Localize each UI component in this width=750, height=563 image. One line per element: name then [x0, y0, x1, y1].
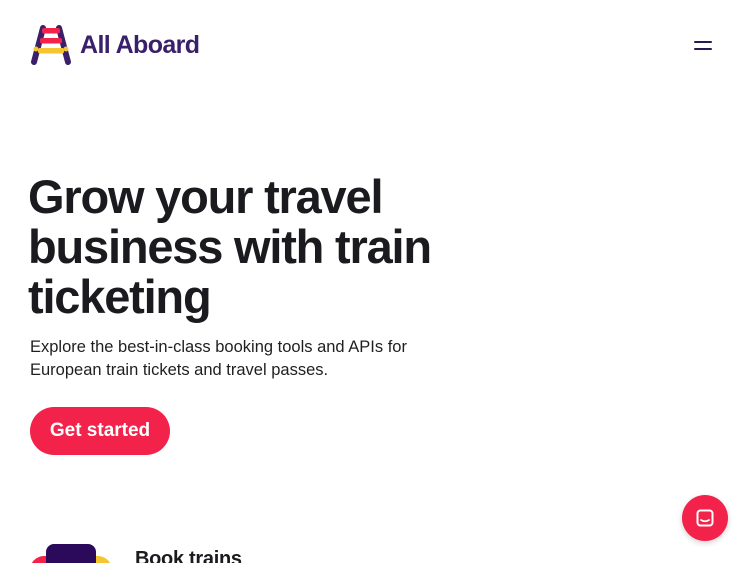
ticket-illustration-icon: [30, 544, 112, 563]
hamburger-menu-icon-line: [694, 48, 712, 50]
page: All Aboard Grow your travel business wit…: [0, 0, 750, 563]
brand-name: All Aboard: [80, 30, 200, 59]
hero-subtitle: Explore the best-in-class booking tools …: [30, 338, 407, 379]
brand-logo-link[interactable]: All Aboard: [30, 25, 200, 65]
feature-title: Book trains: [135, 548, 242, 563]
get-started-button[interactable]: Get started: [30, 407, 170, 455]
chat-widget-button[interactable]: [682, 495, 728, 541]
hamburger-menu-button[interactable]: [686, 34, 720, 58]
all-aboard-logo-icon: [31, 25, 71, 65]
chat-bubble-icon: [696, 509, 714, 527]
hero-title: Grow your travel business with train tic…: [28, 170, 432, 323]
feature-book-trains: Book trains: [30, 540, 430, 563]
hamburger-menu-icon: [694, 41, 712, 43]
site-header: All Aboard: [0, 0, 750, 92]
